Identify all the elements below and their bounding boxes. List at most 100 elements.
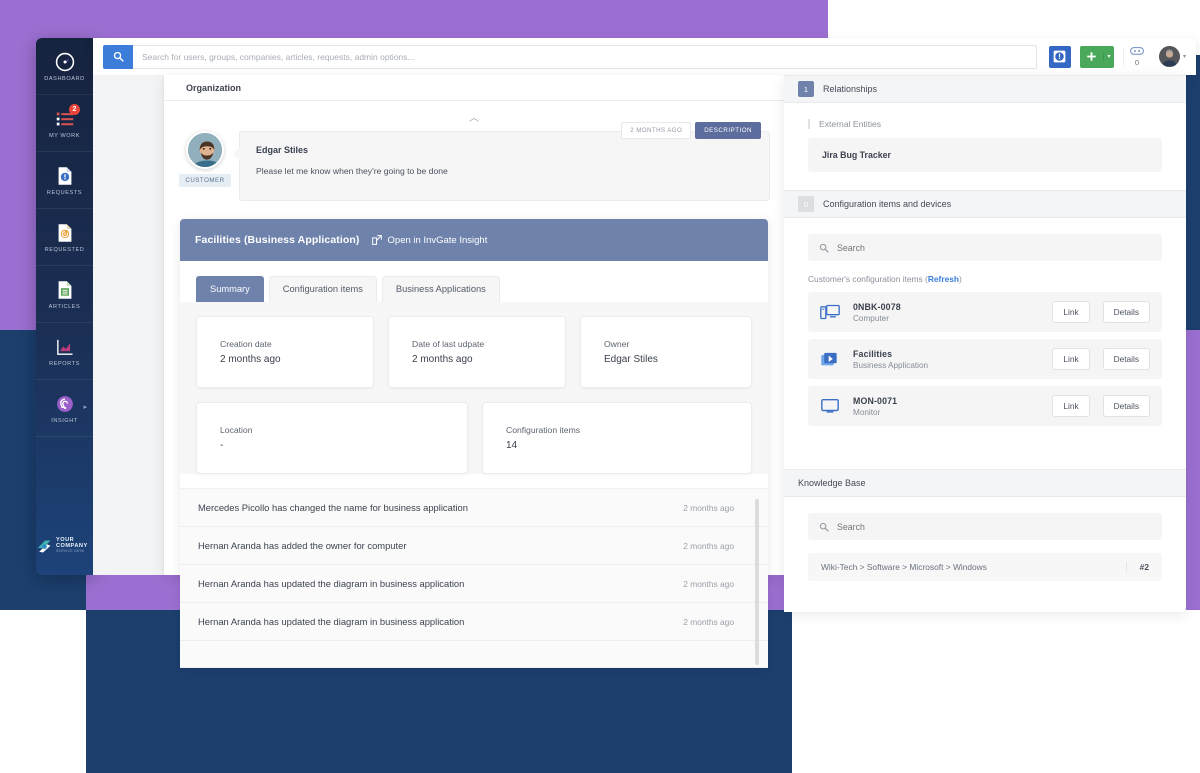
activity-time: 2 months ago [683,616,734,627]
refresh-link[interactable]: Refresh [928,274,959,284]
sidebar-item-label: REPORTS [49,360,80,367]
card-value: 2 months ago [220,354,281,365]
add-button[interactable]: ▾ [1079,45,1114,68]
activity-time: 2 months ago [683,540,734,551]
content-left-strip [93,75,164,575]
topbar-actions: ▾ 0 ▾ [1048,45,1186,68]
global-search [103,44,1037,69]
sidebar-item-insight[interactable]: ▸ INSIGHT [36,380,93,437]
kb-search-input[interactable] [837,521,1151,532]
sidebar-item-my-work[interactable]: 2 MY WORK [36,95,93,152]
kb-result-row[interactable]: Wiki-Tech > Software > Microsoft > Windo… [808,553,1162,581]
card-label: Configuration items [506,425,581,435]
relationships-title: Relationships [823,84,878,94]
tab-configuration-items[interactable]: Configuration items [268,276,377,302]
card-creation-date: Creation date 2 months ago [196,316,374,388]
organization-row: Organization [164,75,784,101]
sidebar-item-requests[interactable]: REQUESTS [36,152,93,209]
ci-link-button[interactable]: Link [1052,301,1090,323]
company-logo[interactable]: YOUR COMPANY SERVICE DESK [36,517,93,575]
chat-counter[interactable]: 0 [1122,46,1150,67]
activity-text: Hernan Aranda has added the owner for co… [198,540,407,551]
ci-row-monitor[interactable]: MON-0071 Monitor Link Details [808,386,1162,426]
user-menu[interactable]: ▾ [1158,46,1186,67]
tab-business-applications[interactable]: Business Applications [381,276,500,302]
chart-report-icon [54,336,76,358]
customer-role-tag: CUSTOMER [179,174,231,187]
ci-type: Monitor [853,407,881,417]
kb-search-box[interactable] [808,513,1162,540]
card-value: 14 [506,440,518,451]
relationships-body: External Entities Jira Bug Tracker [784,103,1186,190]
activity-row[interactable]: Hernan Aranda has added the owner for co… [180,527,768,565]
tab-summary[interactable]: Summary [196,276,264,302]
configuration-items-title: Configuration items and devices [823,199,952,209]
ci-name: 0NBK-0078 [853,301,901,312]
comment-meta: 2 MONTHS AGO DESCRIPTION [621,122,761,139]
sidebar-item-reports[interactable]: REPORTS [36,323,93,380]
company-logo-icon [36,539,53,554]
comment-author-block: CUSTOMER [179,131,231,201]
activity-text: Hernan Aranda has updated the diagram in… [198,578,465,589]
sidebar-item-dashboard[interactable]: DASHBOARD [36,38,93,95]
add-dropdown-caret[interactable]: ▾ [1102,53,1114,60]
comment-timestamp: 2 MONTHS AGO [621,122,692,139]
insight-circle-icon [54,393,76,415]
search-icon [113,51,124,62]
open-in-insight-label: Open in InvGate Insight [387,234,488,246]
ci-details-button[interactable]: Details [1102,348,1150,370]
my-work-badge: 2 [69,104,80,115]
knowledge-base-header[interactable]: Knowledge Base [784,469,1186,497]
sidebar-item-label: MY WORK [48,132,81,139]
activity-row[interactable]: Hernan Aranda has updated the diagram in… [180,565,768,603]
open-in-insight-link[interactable]: Open in InvGate Insight [371,234,488,246]
search-input[interactable] [133,44,1037,69]
plus-icon [1080,51,1103,62]
card-last-update: Date of last udpate 2 months ago [388,316,566,388]
sidebar-item-requested[interactable]: REQUESTED [36,209,93,266]
info-button[interactable] [1048,45,1071,68]
configuration-items-count: 0 [798,196,814,212]
kb-result-path: Wiki-Tech > Software > Microsoft > Windo… [821,562,987,572]
request-document-icon [54,165,76,187]
customer-ci-label-prefix: Customer's configuration items ( [808,274,928,284]
ci-search-box[interactable] [808,234,1162,261]
sidebar-item-label: REQUESTED [44,246,85,253]
ci-details-button[interactable]: Details [1102,301,1150,323]
activity-row-partial[interactable] [180,641,768,668]
search-button[interactable] [103,44,133,69]
activity-text: Mercedes Picollo has changed the name fo… [198,502,468,513]
ci-search-input[interactable] [837,242,1151,253]
company-tagline: SERVICE DESK [56,549,85,554]
knowledge-base-title: Knowledge Base [798,478,866,488]
chevron-down-icon[interactable]: ▾ [1183,53,1186,60]
sidebar-item-articles[interactable]: ARTICLES [36,266,93,323]
ci-link-button[interactable]: Link [1052,395,1090,417]
knowledge-base-body: Wiki-Tech > Software > Microsoft > Windo… [784,497,1186,599]
comment-type-badge[interactable]: DESCRIPTION [695,122,761,139]
comment-body: 2 MONTHS AGO DESCRIPTION Edgar Stiles Pl… [233,122,770,201]
sidebar-item-label: DASHBOARD [44,75,85,82]
external-entity-item[interactable]: Jira Bug Tracker [808,138,1162,172]
ci-details-button[interactable]: Details [1102,395,1150,417]
ci-type: Computer [853,313,889,323]
ci-link-button[interactable]: Link [1052,348,1090,370]
external-entities-label: External Entities [808,119,1162,129]
ci-row-business-application[interactable]: Facilities Business Application Link Det… [808,339,1162,379]
chevron-up-icon: ︿ [469,112,479,124]
activity-scrollbar[interactable] [755,499,759,665]
activity-scroll-area[interactable]: Mercedes Picollo has changed the name fo… [180,489,768,668]
card-value: - [220,440,224,451]
search-icon [819,243,829,253]
activity-row[interactable]: Hernan Aranda has updated the diagram in… [180,603,768,641]
activity-row[interactable]: Mercedes Picollo has changed the name fo… [180,489,768,527]
card-label: Location [220,425,253,435]
summary-card-row-2: Location - Configuration items 14 [196,402,752,474]
configuration-items-header[interactable]: 0 Configuration items and devices [784,190,1186,218]
monitor-icon [820,398,840,415]
relationships-header[interactable]: 1 Relationships [784,75,1186,103]
card-label: Date of last udpate [412,339,485,349]
ci-row-computer[interactable]: 0NBK-0078 Computer Link Details [808,292,1162,332]
activity-time: 2 months ago [683,578,734,589]
